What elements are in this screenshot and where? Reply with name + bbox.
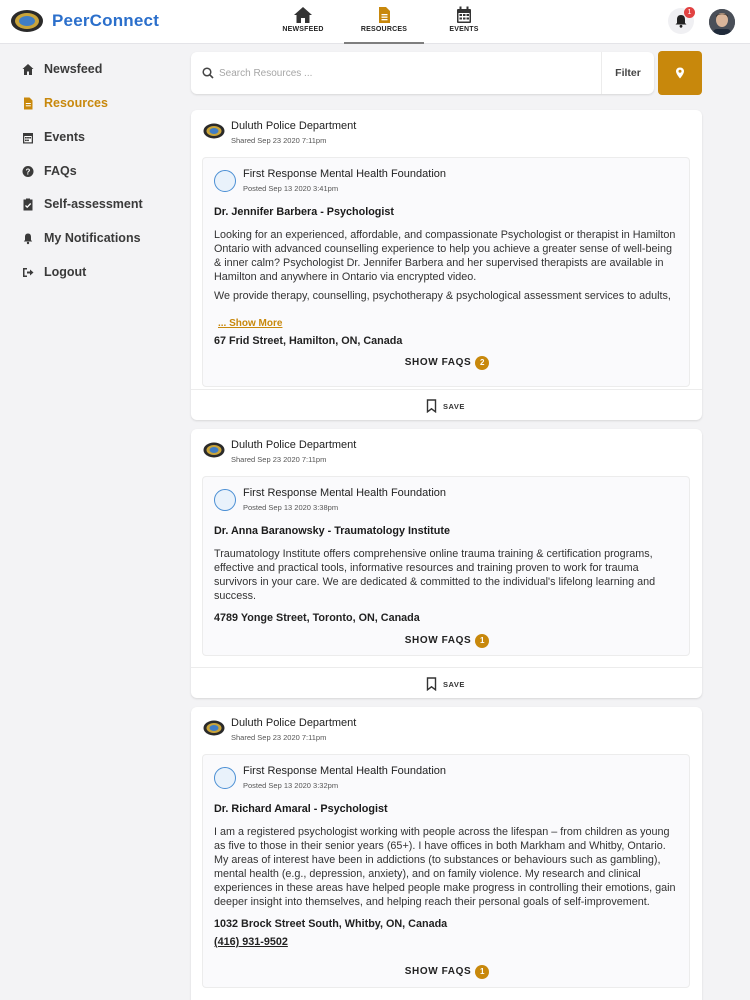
- calendar-icon: [457, 6, 471, 23]
- filter-button[interactable]: Filter: [601, 52, 654, 94]
- save-button[interactable]: SAVE: [191, 389, 702, 420]
- tab-resources-label: RESOURCES: [360, 26, 408, 33]
- org-name[interactable]: First Response Mental Health Foundation: [243, 765, 446, 777]
- resource-description: Traumatology Institute offers comprehens…: [214, 548, 656, 602]
- document-icon: [24, 97, 33, 110]
- top-bar: PeerConnect NEWSFEED RESOURCES EVENTS 1: [0, 0, 750, 44]
- sidebar-item-label: Events: [44, 130, 85, 144]
- org-logo: [214, 170, 236, 192]
- resource-address: 4789 Yonge Street, Toronto, ON, Canada: [214, 612, 420, 624]
- tab-events-label: EVENTS: [449, 26, 479, 33]
- org-name[interactable]: First Response Mental Health Foundation: [243, 168, 446, 180]
- search-icon: [202, 67, 214, 79]
- resource-description: I am a registered psychologist working w…: [214, 826, 676, 908]
- save-button[interactable]: SAVE: [191, 667, 702, 698]
- shared-date: Shared Sep 23 2020 7:11pm: [231, 136, 327, 145]
- faq-count-badge: 2: [475, 355, 490, 370]
- show-more-link[interactable]: ... Show More: [218, 318, 282, 329]
- bookmark-icon: [426, 677, 437, 691]
- bell-icon: [23, 233, 33, 245]
- tab-resources[interactable]: RESOURCES: [344, 0, 424, 44]
- shared-date: Shared Sep 23 2020 7:11pm: [231, 733, 327, 742]
- posted-date: Posted Sep 13 2020 3:32pm: [243, 781, 339, 790]
- tab-newsfeed-label: NEWSFEED: [282, 26, 324, 33]
- resource-description: Looking for an experienced, affordable, …: [214, 229, 676, 283]
- police-badge-logo: [203, 123, 225, 139]
- resource-body: First Response Mental Health Foundation …: [202, 754, 690, 988]
- org-logo: [214, 767, 236, 789]
- resource-description-continued: We provide therapy, counselling, psychot…: [214, 290, 671, 302]
- home-icon: [294, 7, 312, 23]
- resource-title[interactable]: Dr. Anna Baranowsky - Traumatology Insti…: [214, 525, 450, 537]
- sidebar-item-logout[interactable]: Logout: [22, 264, 172, 284]
- home-icon: [22, 64, 34, 75]
- phone-link[interactable]: (416) 931-9502: [214, 936, 288, 948]
- sidebar-item-newsfeed[interactable]: Newsfeed: [22, 61, 172, 81]
- map-pin-icon: [676, 67, 684, 79]
- clipboard-icon: [23, 198, 33, 211]
- document-icon: [379, 7, 390, 23]
- sidebar-item-self-assessment[interactable]: Self-assessment: [22, 196, 172, 216]
- shared-by[interactable]: Duluth Police Department: [231, 439, 356, 451]
- save-control: SAVE: [426, 677, 486, 691]
- notification-badge: 1: [684, 7, 695, 18]
- resource-card: Duluth Police Department Shared Sep 23 2…: [191, 707, 702, 1000]
- sidebar-item-label: FAQs: [44, 164, 77, 178]
- police-badge-logo[interactable]: [10, 9, 44, 33]
- question-icon: ?: [22, 166, 34, 177]
- sidebar-item-label: Resources: [44, 96, 108, 110]
- bookmark-icon: [426, 399, 437, 413]
- show-faqs-button[interactable]: SHOW FAQS 1: [203, 632, 691, 648]
- svg-text:?: ?: [26, 168, 31, 177]
- logout-icon: [23, 268, 34, 277]
- org-logo: [214, 489, 236, 511]
- show-faqs-button[interactable]: SHOW FAQS 2: [203, 354, 691, 370]
- sidebar-item-resources[interactable]: Resources: [22, 95, 172, 115]
- save-label: SAVE: [443, 680, 465, 689]
- location-button[interactable]: [658, 51, 702, 95]
- search-bar: Filter: [191, 52, 654, 94]
- faq-count-badge: 1: [475, 964, 490, 979]
- app-brand[interactable]: PeerConnect: [52, 11, 159, 31]
- show-faqs-label: SHOW FAQS: [404, 966, 472, 978]
- police-badge-logo: [203, 442, 225, 458]
- save-control: SAVE: [426, 399, 486, 413]
- tab-newsfeed[interactable]: NEWSFEED: [263, 0, 343, 44]
- sidebar-item-label: My Notifications: [44, 231, 141, 245]
- sidebar-item-label: Newsfeed: [44, 62, 103, 76]
- sidebar-item-notifications[interactable]: My Notifications: [22, 230, 172, 250]
- resource-address: 1032 Brock Street South, Whitby, ON, Can…: [214, 918, 448, 930]
- sidebar-item-faqs[interactable]: ? FAQs: [22, 163, 172, 183]
- search-input[interactable]: [219, 63, 589, 83]
- resource-body: First Response Mental Health Foundation …: [202, 157, 690, 387]
- resource-title[interactable]: Dr. Richard Amaral - Psychologist: [214, 803, 388, 815]
- sidebar-item-label: Self-assessment: [44, 197, 143, 211]
- shared-by[interactable]: Duluth Police Department: [231, 120, 356, 132]
- sidebar-item-label: Logout: [44, 265, 87, 279]
- faq-count-badge: 1: [475, 633, 490, 648]
- show-faqs-button[interactable]: SHOW FAQS 1: [203, 963, 691, 979]
- show-faqs-label: SHOW FAQS: [404, 357, 472, 369]
- avatar[interactable]: [709, 9, 735, 35]
- active-tab-indicator: [344, 42, 424, 44]
- save-label: SAVE: [443, 402, 465, 411]
- posted-date: Posted Sep 13 2020 3:38pm: [243, 503, 339, 512]
- tab-events[interactable]: EVENTS: [424, 0, 504, 44]
- resource-body: First Response Mental Health Foundation …: [202, 476, 690, 656]
- police-badge-logo: [203, 720, 225, 736]
- resource-card: Duluth Police Department Shared Sep 23 2…: [191, 429, 702, 698]
- org-name[interactable]: First Response Mental Health Foundation: [243, 487, 446, 499]
- calendar-icon: [23, 133, 33, 144]
- shared-by[interactable]: Duluth Police Department: [231, 717, 356, 729]
- posted-date: Posted Sep 13 2020 3:41pm: [243, 184, 339, 193]
- resource-card: Duluth Police Department Shared Sep 23 2…: [191, 110, 702, 420]
- shared-date: Shared Sep 23 2020 7:11pm: [231, 455, 327, 464]
- show-faqs-label: SHOW FAQS: [404, 635, 472, 647]
- resource-address: 67 Frid Street, Hamilton, ON, Canada: [214, 335, 403, 347]
- sidebar-item-events[interactable]: Events: [22, 129, 172, 149]
- resource-title[interactable]: Dr. Jennifer Barbera - Psychologist: [214, 206, 394, 218]
